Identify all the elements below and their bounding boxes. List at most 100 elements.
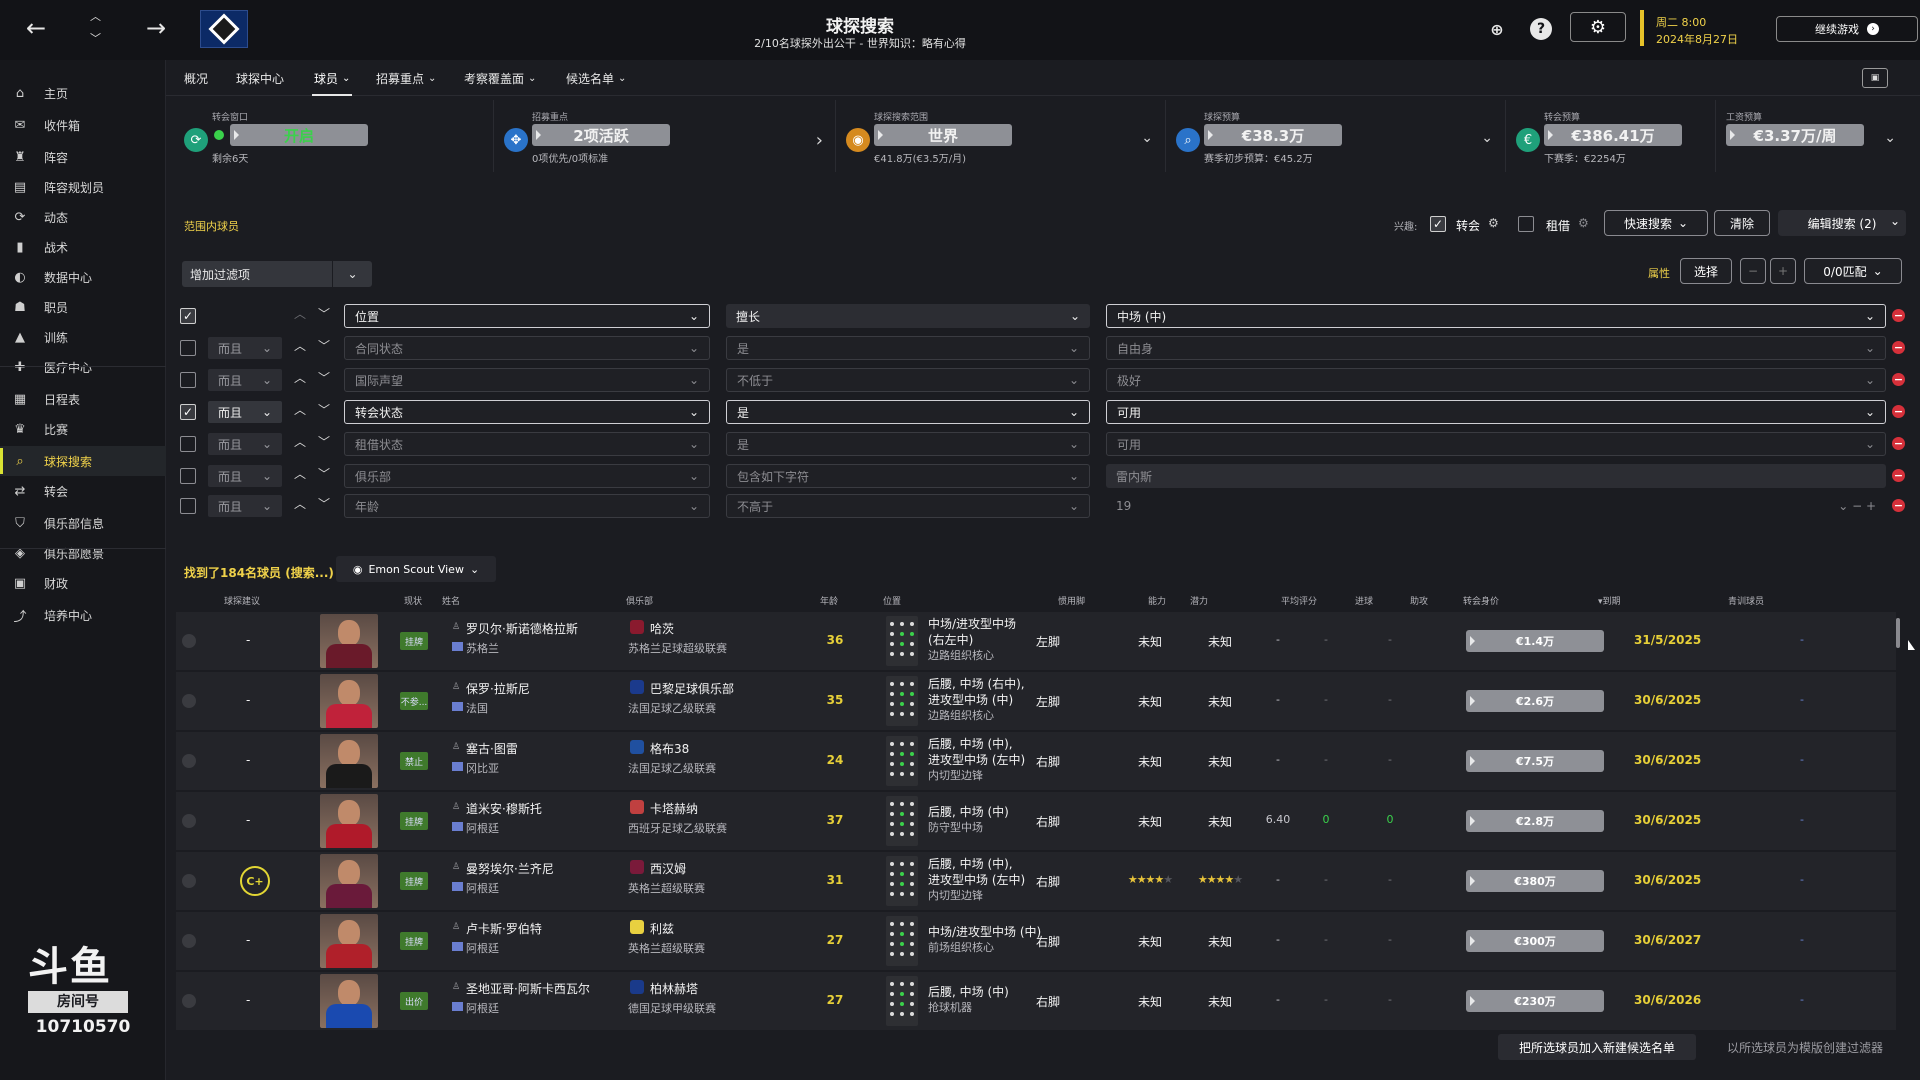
move-down-icon[interactable]: ﹀	[318, 401, 330, 418]
match-dropdown[interactable]: 0/0匹配 ⌄	[1804, 258, 1902, 284]
info-card-4[interactable]: € 转会预算 €386.41万 下赛季：€2254万	[1508, 100, 1716, 172]
remove-filter-icon[interactable]: −	[1892, 405, 1905, 418]
column-header[interactable]: 助攻	[1410, 594, 1428, 607]
player-name[interactable]: 卢卡斯·罗伯特	[466, 920, 542, 937]
move-up-icon[interactable]: ︿	[294, 337, 306, 354]
column-header[interactable]: 能力	[1148, 594, 1166, 607]
filter-value-select[interactable]: 中场 (中) ⌄	[1106, 304, 1886, 328]
column-header[interactable]: 惯用脚	[1058, 594, 1085, 607]
transfer-value-button[interactable]: €2.8万	[1466, 810, 1604, 832]
column-header[interactable]: 转会身价	[1463, 594, 1499, 607]
player-photo[interactable]	[320, 974, 378, 1028]
edit-search-chevron-icon[interactable]: ⌄	[1890, 214, 1900, 228]
remove-filter-icon[interactable]: −	[1892, 309, 1905, 322]
club-name[interactable]: 哈茨	[650, 620, 674, 637]
filter-value-select[interactable]: 可用 ⌄	[1106, 400, 1886, 424]
transfer-checkbox[interactable]: ✓	[1430, 216, 1446, 232]
continue-button[interactable]: 继续游戏 ›	[1776, 16, 1918, 42]
chevron-down-icon[interactable]: ⌄	[1481, 130, 1493, 146]
column-header[interactable]: 姓名	[442, 594, 460, 607]
remove-filter-icon[interactable]: −	[1892, 373, 1905, 386]
sidebar-item-9[interactable]: ✚ 医疗中心	[0, 352, 166, 382]
club-name[interactable]: 格布38	[650, 740, 689, 757]
tab-4[interactable]: 考察覆盖面 ⌄	[464, 70, 536, 87]
club-name[interactable]: 西汉姆	[650, 860, 686, 877]
filter-op-select[interactable]: 是 ⌄	[726, 400, 1090, 424]
chevron-down-icon[interactable]: ⌄	[1141, 130, 1153, 146]
remove-filter-icon[interactable]: −	[1892, 469, 1905, 482]
add-filter-dropdown[interactable]: 增加过滤项 ⌄	[182, 261, 372, 287]
attribute-plus-button[interactable]: +	[1770, 258, 1796, 284]
filter-op-select[interactable]: 是 ⌄	[726, 432, 1090, 456]
player-photo[interactable]	[320, 854, 378, 908]
remove-filter-icon[interactable]: −	[1892, 341, 1905, 354]
sidebar-item-16[interactable]: ▣ 财政	[0, 568, 166, 598]
view-selector-button[interactable]: ◉ Emon Scout View ⌄	[336, 556, 496, 582]
row-select-checkbox[interactable]	[182, 994, 196, 1008]
player-name[interactable]: 道米安·穆斯托	[466, 800, 542, 817]
player-photo[interactable]	[320, 794, 378, 848]
filter-checkbox[interactable]	[180, 436, 196, 452]
sidebar-item-5[interactable]: ▮ 战术	[0, 232, 166, 262]
player-photo[interactable]	[320, 734, 378, 788]
filter-field-select[interactable]: 年龄 ⌄	[344, 494, 710, 518]
filter-field-select[interactable]: 俱乐部 ⌄	[344, 464, 710, 488]
info-card-1[interactable]: ✥ 招募重点 2项活跃 0项优先/0项标准 ›	[496, 100, 836, 172]
transfer-settings-icon[interactable]: ⚙	[1488, 216, 1499, 230]
create-filter-from-selection-button[interactable]: 以所选球员为模版创建过滤器	[1712, 1034, 1898, 1060]
row-select-checkbox[interactable]	[182, 754, 196, 768]
loan-settings-icon[interactable]: ⚙	[1578, 216, 1589, 230]
filter-field-select[interactable]: 合同状态 ⌄	[344, 336, 710, 360]
filter-checkbox[interactable]	[180, 498, 196, 514]
move-down-icon[interactable]: ﹀	[318, 337, 330, 354]
sidebar-item-0[interactable]: ⌂ 主页	[0, 78, 166, 108]
layout-toggle-icon[interactable]: ▣	[1862, 68, 1888, 88]
chevron-right-icon[interactable]: ›	[816, 130, 823, 151]
quick-search-button[interactable]: 快速搜索 ⌄	[1604, 210, 1708, 236]
table-scrollbar[interactable]	[1896, 618, 1900, 648]
transfer-value-button[interactable]: €1.4万	[1466, 630, 1604, 652]
transfer-value-button[interactable]: €2.6万	[1466, 690, 1604, 712]
player-name[interactable]: 圣地亚哥·阿斯卡西瓦尔	[466, 980, 590, 997]
filter-op-select[interactable]: 擅长 ⌄	[726, 304, 1090, 328]
filter-op-select[interactable]: 不高于 ⌄	[726, 494, 1090, 518]
move-down-icon[interactable]: ﹀	[318, 433, 330, 450]
chevron-down-icon[interactable]: ⌄	[1884, 130, 1896, 146]
move-down-icon[interactable]: ﹀	[318, 495, 330, 512]
filter-checkbox[interactable]: ✓	[180, 404, 196, 420]
column-header[interactable]: 青训球员	[1728, 594, 1764, 607]
player-name[interactable]: 保罗·拉斯尼	[466, 680, 530, 697]
sidebar-item-14[interactable]: ⛉ 俱乐部信息	[0, 508, 166, 538]
player-row[interactable]: - 挂牌 ♙ 道米安·穆斯托 阿根廷 卡塔赫纳 西班牙足球乙级联赛 37 后腰, 中场 (中) 防…	[176, 792, 1896, 850]
attribute-minus-button[interactable]: −	[1740, 258, 1766, 284]
transfer-value-button[interactable]: €300万	[1466, 930, 1604, 952]
select-button[interactable]: 选择	[1680, 258, 1732, 284]
logic-dropdown[interactable]: 而且 ⌄	[208, 337, 282, 359]
chevron-up-icon[interactable]: ︿	[90, 8, 101, 24]
logic-dropdown[interactable]: 而且 ⌄	[208, 401, 282, 423]
sidebar-item-15[interactable]: ◈ 俱乐部愿景	[0, 538, 166, 568]
filter-checkbox[interactable]	[180, 340, 196, 356]
sidebar-item-12[interactable]: ⌕ 球探搜索	[0, 446, 166, 476]
info-card-2[interactable]: ◉ 球探搜索范围 世界 €41.8万(€3.5万/月) ⌄	[838, 100, 1166, 172]
column-header[interactable]: 球探建议	[224, 594, 260, 607]
filter-op-select[interactable]: 是 ⌄	[726, 336, 1090, 360]
tab-2[interactable]: 球员 ⌄	[311, 70, 353, 96]
remove-filter-icon[interactable]: −	[1892, 437, 1905, 450]
move-down-icon[interactable]: ﹀	[318, 465, 330, 482]
sidebar-item-4[interactable]: ⟳ 动态	[0, 202, 166, 232]
filter-value-select[interactable]: 雷内斯	[1106, 464, 1886, 488]
tab-0[interactable]: 概况	[184, 70, 208, 87]
row-select-checkbox[interactable]	[182, 694, 196, 708]
column-header[interactable]: 平均评分	[1281, 594, 1317, 607]
filter-field-select[interactable]: 国际声望 ⌄	[344, 368, 710, 392]
filter-field-select[interactable]: 租借状态 ⌄	[344, 432, 710, 456]
clear-button[interactable]: 清除	[1714, 210, 1770, 236]
sidebar-item-7[interactable]: ☗ 职员	[0, 292, 166, 322]
logic-dropdown[interactable]: 而且 ⌄	[208, 433, 282, 455]
sidebar-item-3[interactable]: ▤ 阵容规划员	[0, 172, 166, 202]
logic-dropdown[interactable]: 而且 ⌄	[208, 495, 282, 517]
tab-5[interactable]: 候选名单 ⌄	[566, 70, 626, 87]
move-down-icon[interactable]: ﹀	[318, 369, 330, 386]
column-header[interactable]: 年龄	[820, 594, 838, 607]
